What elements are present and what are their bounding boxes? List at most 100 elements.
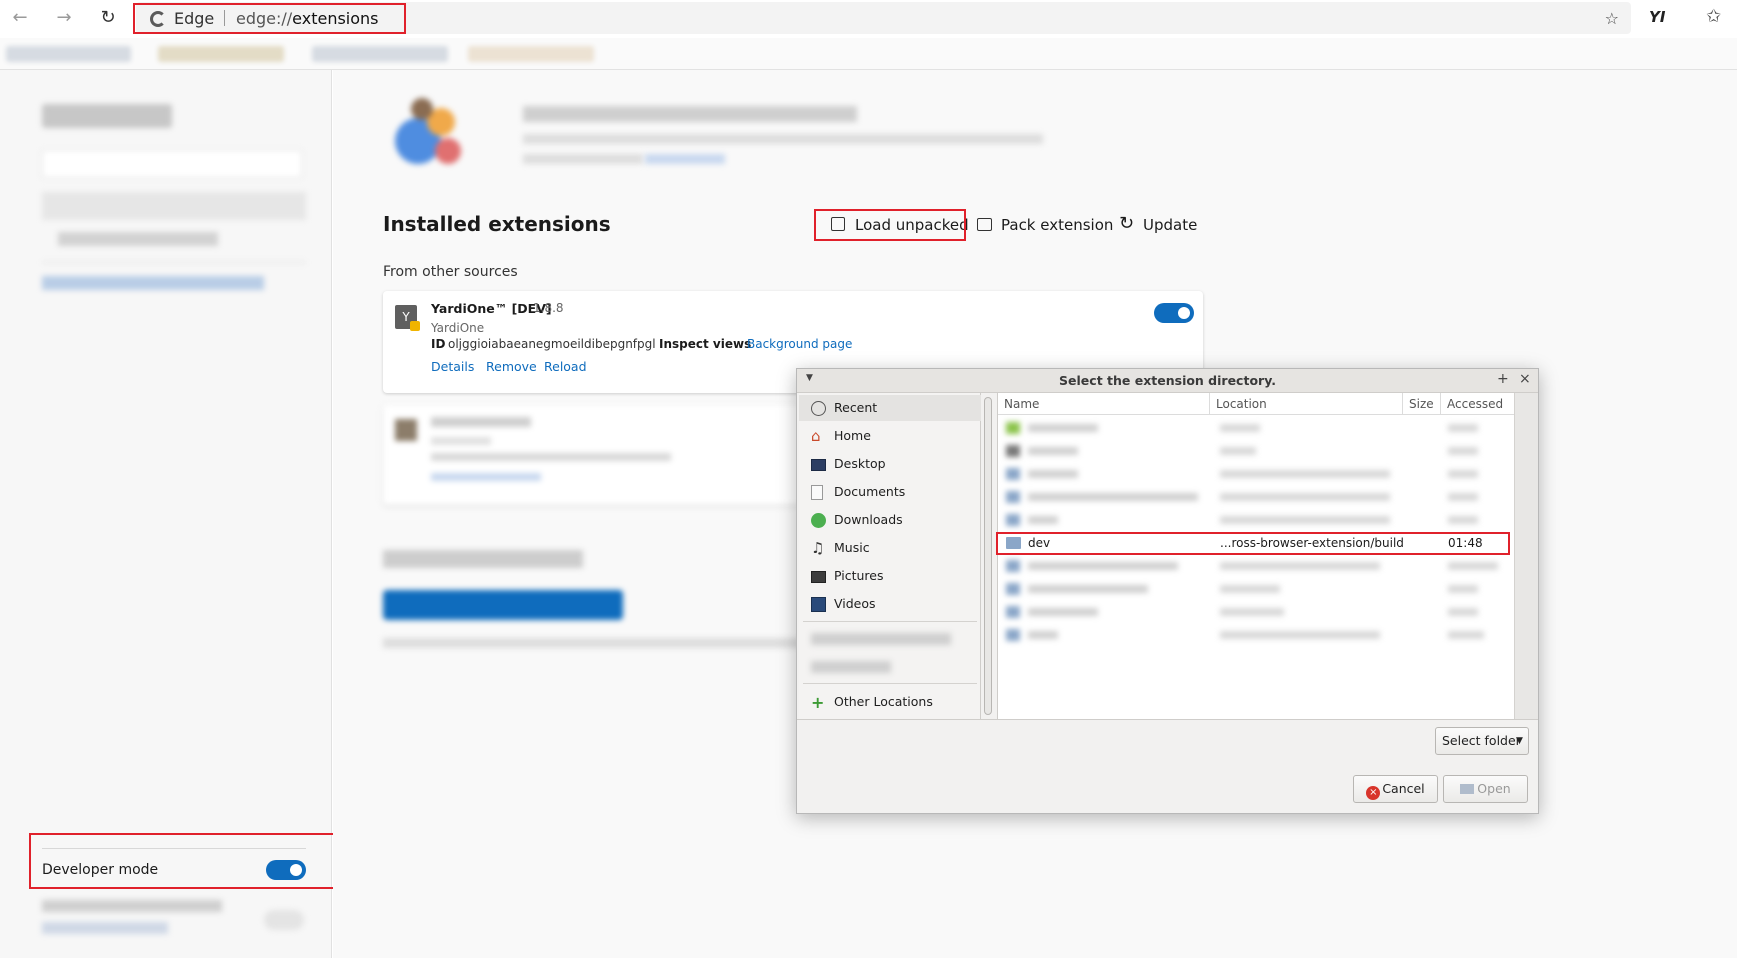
filter-dropdown[interactable]: Select folder ▼	[1435, 727, 1529, 755]
file-row[interactable]	[998, 417, 1514, 439]
place-label: Home	[834, 428, 871, 443]
close-icon[interactable]: ×	[1519, 371, 1531, 387]
extension-id-label: ID	[431, 337, 446, 351]
background-page-link[interactable]: Background page	[747, 337, 852, 351]
open-button[interactable]: Open	[1443, 775, 1528, 803]
dialog-divider	[797, 719, 1538, 720]
favorite-item[interactable]	[6, 46, 131, 62]
file-row[interactable]	[998, 601, 1514, 623]
find-new-extensions-heading	[383, 550, 583, 568]
cancel-icon: ×	[1366, 786, 1381, 800]
update-icon: ↻	[1119, 213, 1135, 234]
cancel-button[interactable]: × Cancel	[1353, 775, 1438, 803]
address-highlight-box	[133, 3, 406, 34]
file-row[interactable]	[998, 463, 1514, 485]
video-icon	[811, 597, 826, 612]
place-home[interactable]: ⌂ Home	[799, 423, 981, 449]
get-extensions-button[interactable]	[383, 590, 623, 620]
place-label: Music	[834, 540, 870, 555]
place-label: Pictures	[834, 568, 884, 583]
music-icon: ♫	[811, 539, 825, 557]
plus-icon: +	[811, 693, 825, 712]
place-label: Documents	[834, 484, 906, 499]
browser-toolbar: ← → ↻ Edge edge://extensions ☆ YI ✩	[0, 0, 1737, 36]
column-accessed[interactable]: Accessed	[1441, 393, 1514, 415]
favorite-item[interactable]	[158, 46, 284, 62]
add-favorite-icon[interactable]: ☆	[1605, 9, 1619, 28]
favorites-icon[interactable]: ✩	[1706, 6, 1721, 27]
places-sidebar: Recent ⌂ Home Desktop Documents Download…	[799, 393, 981, 719]
file-row[interactable]	[998, 578, 1514, 600]
from-other-sources-label: From other sources	[383, 264, 518, 280]
desktop-icon	[811, 459, 826, 471]
inspect-views-label: Inspect views	[659, 337, 752, 351]
pack-extension-label: Pack extension	[1001, 216, 1114, 234]
sidebar-item-extensions[interactable]	[42, 192, 306, 220]
file-list-scrollbar[interactable]	[1514, 393, 1538, 719]
extension-enable-toggle[interactable]	[1154, 303, 1194, 323]
place-mounted-drive[interactable]	[811, 633, 951, 645]
profile-badge[interactable]: YI	[1649, 8, 1665, 26]
home-icon: ⌂	[811, 427, 821, 445]
find-new-extensions-text	[383, 638, 803, 648]
place-music[interactable]: ♫ Music	[799, 535, 981, 561]
favorite-item[interactable]	[468, 46, 594, 62]
file-row[interactable]	[998, 509, 1514, 531]
folder-open-icon	[1460, 784, 1475, 794]
file-row[interactable]	[998, 624, 1514, 646]
forward-icon[interactable]: →	[52, 6, 76, 30]
column-location[interactable]: Location	[1210, 393, 1403, 415]
place-label: Desktop	[834, 456, 886, 471]
unpacked-badge-icon	[410, 321, 420, 331]
cancel-label: Cancel	[1382, 781, 1425, 796]
maximize-icon[interactable]: +	[1497, 371, 1509, 387]
reload-link[interactable]: Reload	[544, 359, 587, 374]
developer-mode-highlight-box	[29, 833, 351, 889]
place-mounted-drive[interactable]	[811, 661, 891, 673]
learn-more-link[interactable]	[42, 922, 168, 934]
favorites-bar	[0, 38, 1737, 70]
installed-extensions-heading: Installed extensions	[383, 212, 611, 236]
places-divider	[803, 683, 977, 684]
extension-publisher: YardiOne	[431, 321, 485, 335]
load-unpacked-highlight-box	[814, 209, 966, 241]
download-icon	[811, 513, 826, 528]
places-divider	[803, 621, 977, 622]
promo-learn-more-link[interactable]	[645, 154, 725, 164]
allow-other-stores-toggle[interactable]	[264, 910, 304, 930]
search-input[interactable]	[42, 150, 302, 178]
file-row[interactable]	[998, 555, 1514, 577]
place-desktop[interactable]: Desktop	[799, 451, 981, 477]
column-name[interactable]: Name	[998, 393, 1210, 415]
place-other-locations[interactable]: + Other Locations	[799, 689, 981, 715]
picture-icon	[811, 571, 826, 583]
place-videos[interactable]: Videos	[799, 591, 981, 617]
place-downloads[interactable]: Downloads	[799, 507, 981, 533]
remove-link[interactable]: Remove	[486, 359, 537, 374]
place-recent[interactable]: Recent	[799, 395, 981, 421]
file-list: Name Location Size Accessed dev ...ross-…	[996, 393, 1538, 719]
place-label: Recent	[834, 400, 878, 415]
place-label: Downloads	[834, 512, 903, 527]
column-size[interactable]: Size	[1403, 393, 1441, 415]
open-label: Open	[1477, 781, 1511, 796]
places-scrollbar[interactable]	[984, 397, 992, 715]
extension-id-value: oljggioiabaeanegmoeildibepgnfpgl	[448, 337, 656, 351]
chevron-down-icon: ▼	[1516, 736, 1523, 746]
extension-version: 1.8.8	[533, 301, 564, 315]
details-link[interactable]: Details	[431, 359, 474, 374]
sidebar-get-extensions-link[interactable]	[42, 276, 264, 290]
sidebar-item-keyboard-shortcuts[interactable]	[58, 232, 218, 246]
update-label: Update	[1143, 216, 1198, 234]
place-label: Videos	[834, 596, 876, 611]
dialog-title: Select the extension directory.	[1059, 373, 1276, 388]
refresh-icon[interactable]: ↻	[96, 6, 120, 30]
pack-extension-icon	[977, 218, 992, 231]
file-row[interactable]	[998, 486, 1514, 508]
favorite-item[interactable]	[312, 46, 448, 62]
place-pictures[interactable]: Pictures	[799, 563, 981, 589]
file-row[interactable]	[998, 440, 1514, 462]
place-documents[interactable]: Documents	[799, 479, 981, 505]
back-icon[interactable]: ←	[8, 6, 32, 30]
place-label: Other Locations	[834, 694, 933, 709]
